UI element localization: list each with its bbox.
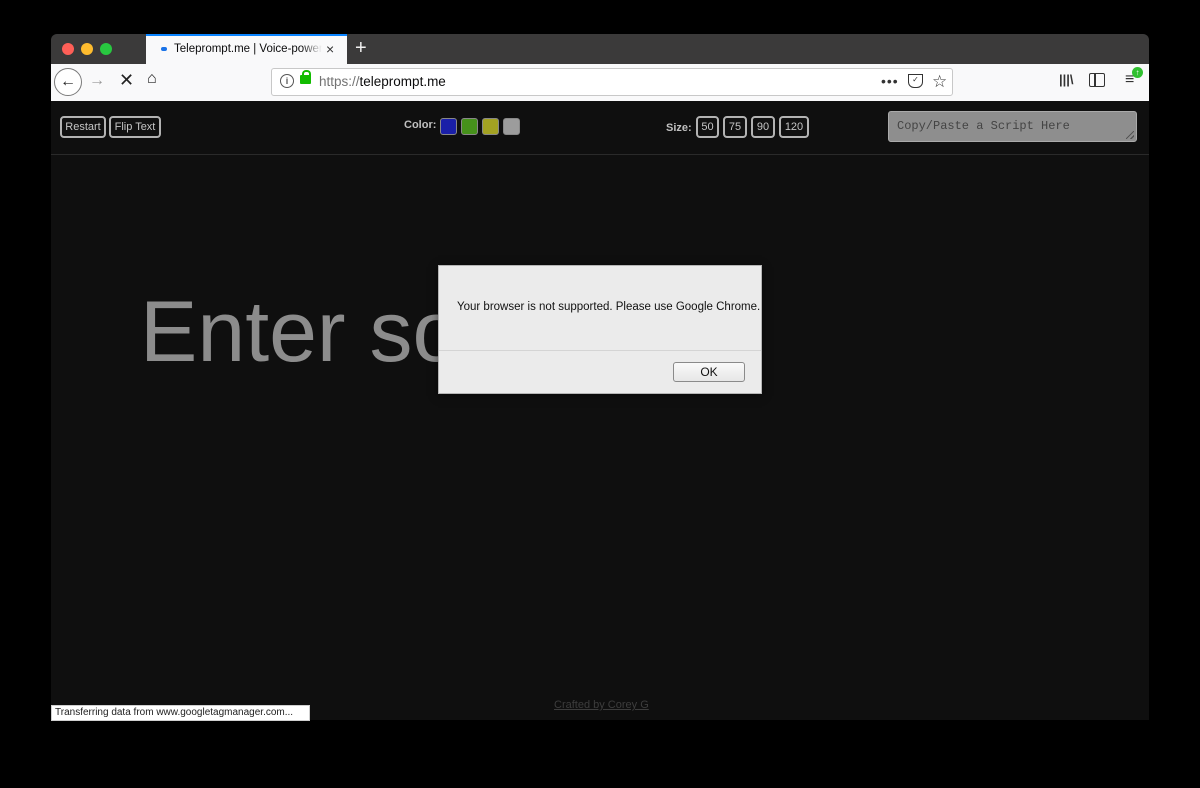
- pocket-icon[interactable]: ✓: [908, 74, 923, 88]
- forward-button[interactable]: →: [89, 72, 105, 90]
- close-window-button[interactable]: [62, 43, 74, 55]
- color-swatch-olive[interactable]: [482, 118, 499, 135]
- tab-close-icon[interactable]: ×: [326, 41, 334, 57]
- url-text[interactable]: https://teleprompt.me: [319, 74, 446, 89]
- lock-icon[interactable]: [300, 70, 311, 84]
- script-input[interactable]: Copy/Paste a Script Here: [888, 111, 1137, 142]
- nav-bar: ← → ✕ ⌂ i https://teleprompt.me ••• ✓ ☆ …: [51, 64, 1149, 102]
- info-icon[interactable]: i: [280, 74, 294, 88]
- update-badge-icon[interactable]: ↑: [1132, 67, 1143, 78]
- zoom-window-button[interactable]: [100, 43, 112, 55]
- page-actions-icon[interactable]: •••: [881, 73, 899, 89]
- status-bar: Transferring data from www.googletagmana…: [51, 705, 310, 721]
- url-scheme: https://: [319, 74, 360, 89]
- page-content: Restart Flip Text Color: Size: 50 75 90 …: [51, 101, 1149, 720]
- size-75-button[interactable]: 75: [723, 116, 747, 138]
- color-swatch-green[interactable]: [461, 118, 478, 135]
- restart-button[interactable]: Restart: [60, 116, 106, 138]
- stop-button[interactable]: ✕: [119, 70, 134, 91]
- sidebar-icon[interactable]: [1089, 73, 1105, 87]
- color-swatch-blue[interactable]: [440, 118, 457, 135]
- favicon-icon: [161, 47, 167, 51]
- url-bar[interactable]: i https://teleprompt.me ••• ✓ ☆: [271, 68, 953, 96]
- dialog-divider: [439, 350, 761, 351]
- footer-credit-link[interactable]: Crafted by Corey G: [554, 699, 649, 711]
- size-120-button[interactable]: 120: [779, 116, 809, 138]
- back-button[interactable]: ←: [54, 68, 82, 96]
- tab-teleprompt[interactable]: Teleprompt.me | Voice-powered ×: [146, 34, 347, 64]
- size-90-button[interactable]: 90: [751, 116, 775, 138]
- flip-text-button[interactable]: Flip Text: [109, 116, 161, 138]
- library-icon[interactable]: |||\: [1059, 72, 1074, 87]
- bookmark-star-icon[interactable]: ☆: [932, 72, 947, 92]
- tab-title: Teleprompt.me | Voice-powered: [174, 43, 322, 55]
- url-host: teleprompt.me: [359, 74, 446, 89]
- color-label: Color:: [404, 119, 437, 131]
- dialog-message: Your browser is not supported. Please us…: [457, 301, 761, 313]
- minimize-window-button[interactable]: [81, 43, 93, 55]
- size-50-button[interactable]: 50: [696, 116, 719, 138]
- ok-button[interactable]: OK: [673, 362, 745, 382]
- color-swatch-gray[interactable]: [503, 118, 520, 135]
- teleprompter-toolbar: Restart Flip Text Color: Size: 50 75 90 …: [51, 101, 1149, 155]
- tab-bar: Teleprompt.me | Voice-powered × +: [51, 34, 1149, 64]
- new-tab-button[interactable]: +: [355, 37, 367, 59]
- home-button[interactable]: ⌂: [147, 70, 157, 88]
- size-label: Size:: [666, 122, 692, 134]
- alert-dialog: Your browser is not supported. Please us…: [438, 265, 762, 394]
